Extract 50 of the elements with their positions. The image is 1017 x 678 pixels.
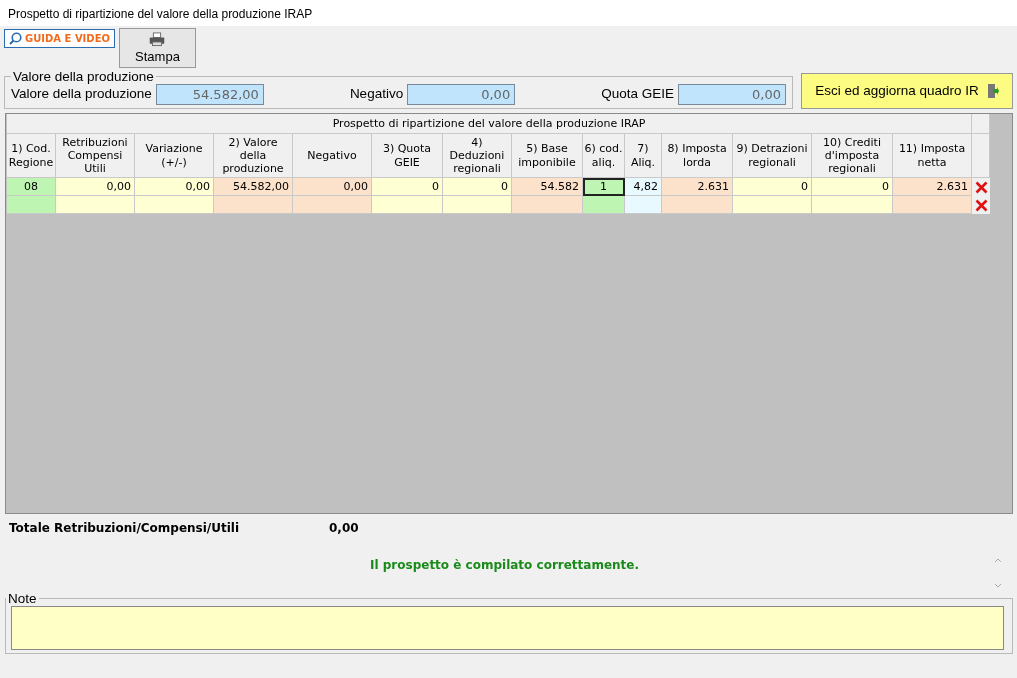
table-cell[interactable]: 2.631 <box>662 178 733 196</box>
total-value: 0,00 <box>329 520 359 537</box>
table-cell[interactable]: 0 <box>812 178 893 196</box>
print-button[interactable]: Stampa <box>119 28 196 68</box>
table-cell[interactable]: 0 <box>443 178 512 196</box>
column-header: Variazione (+/-) <box>135 134 214 178</box>
delete-icon[interactable] <box>974 198 988 212</box>
field-label: Quota GEIE <box>601 84 674 103</box>
column-header: 8) Imposta lorda <box>662 134 733 178</box>
scroll-arrows-icon[interactable] <box>993 556 1003 590</box>
magnifier-icon <box>9 32 22 45</box>
table-cell[interactable]: 54.582,00 <box>214 178 293 196</box>
table-cell[interactable]: 0,00 <box>135 178 214 196</box>
field-label: Negativo <box>349 84 404 103</box>
column-header: 2) Valore della produzione <box>214 134 293 178</box>
delete-icon[interactable] <box>974 180 988 194</box>
table-cell[interactable]: 54.582 <box>512 178 583 196</box>
exit-update-button[interactable]: Esci ed aggiorna quadro IR <box>801 73 1013 109</box>
column-header: Negativo <box>293 134 372 178</box>
column-header: 4) Deduzioni regionali <box>443 134 512 178</box>
table-cell[interactable]: 0 <box>372 178 443 196</box>
note-legend: Note <box>6 592 39 606</box>
window-title: Prospetto di ripartizione del valore della produzione IRAP <box>0 0 1017 26</box>
column-header: 1) Cod. Regione <box>7 134 56 178</box>
status-message: Il prospetto è compilato correttamente. <box>370 557 640 574</box>
table-cell[interactable]: 08 <box>7 178 56 196</box>
field-label: Valore della produzione <box>11 84 152 103</box>
column-header: Retribuzioni Compensi Utili <box>56 134 135 178</box>
table-cell[interactable]: 4,82 <box>625 178 662 196</box>
column-header: 5) Base imponibile <box>512 134 583 178</box>
column-header: 10) Crediti d'imposta regionali <box>812 134 893 178</box>
door-exit-icon <box>986 83 999 99</box>
column-header: 7) Aliq. <box>625 134 662 178</box>
column-header: 9) Detrazioni regionali <box>733 134 812 178</box>
group-legend: Valore della produzione <box>11 70 156 84</box>
note-field[interactable] <box>11 605 1004 650</box>
table-cell[interactable]: 1 <box>583 178 625 196</box>
table-cell[interactable]: 0 <box>733 178 812 196</box>
table-cell[interactable]: 0,00 <box>293 178 372 196</box>
table-cell[interactable]: 2.631 <box>893 178 972 196</box>
printer-icon <box>148 32 167 47</box>
column-header: 3) Quota GEIE <box>372 134 443 178</box>
column-header: 6) cod. aliq. <box>583 134 625 178</box>
table-cell[interactable]: 0,00 <box>56 178 135 196</box>
total-label: Totale Retribuzioni/Compensi/Utili <box>9 520 241 537</box>
table-title: Prospetto di ripartizione del valore della produzione IRAP <box>7 114 972 134</box>
readonly-field: 0,00 <box>678 83 786 105</box>
column-header: 11) Imposta netta <box>893 134 972 178</box>
readonly-field: 54.582,00 <box>155 83 264 105</box>
readonly-field: 0,00 <box>407 83 516 105</box>
